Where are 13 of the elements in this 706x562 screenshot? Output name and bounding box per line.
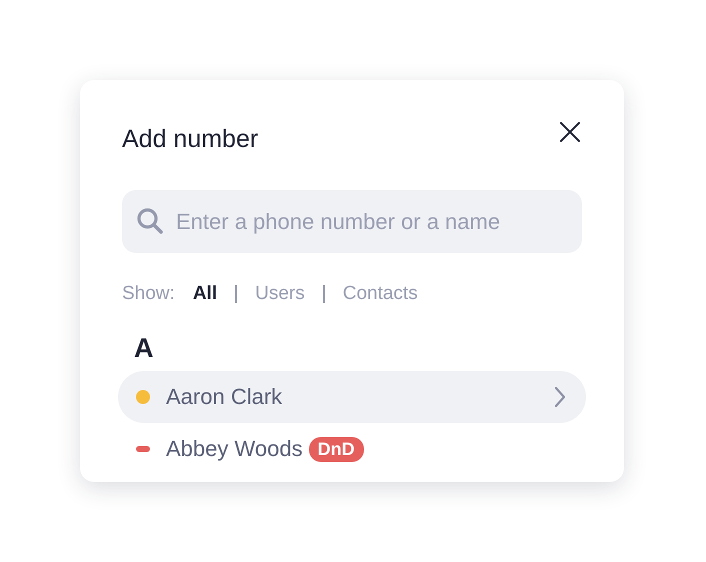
contact-row[interactable]: Aaron Clark <box>118 371 586 423</box>
contact-name: Abbey Woods <box>166 436 303 462</box>
dialog-title: Add number <box>122 124 258 155</box>
close-icon <box>560 122 580 142</box>
status-badge: DnD <box>308 436 364 462</box>
chevron-right-icon <box>554 386 566 408</box>
section-letter: A <box>133 332 154 365</box>
filter-label: Show: <box>122 283 175 305</box>
contact-row[interactable]: Abbey Woods DnD <box>118 423 586 475</box>
filter-option[interactable]: All <box>192 283 218 305</box>
search-field[interactable]: Enter a phone number or a name <box>122 190 582 253</box>
close-button[interactable] <box>560 122 580 142</box>
contact-name: Aaron Clark <box>166 384 282 410</box>
